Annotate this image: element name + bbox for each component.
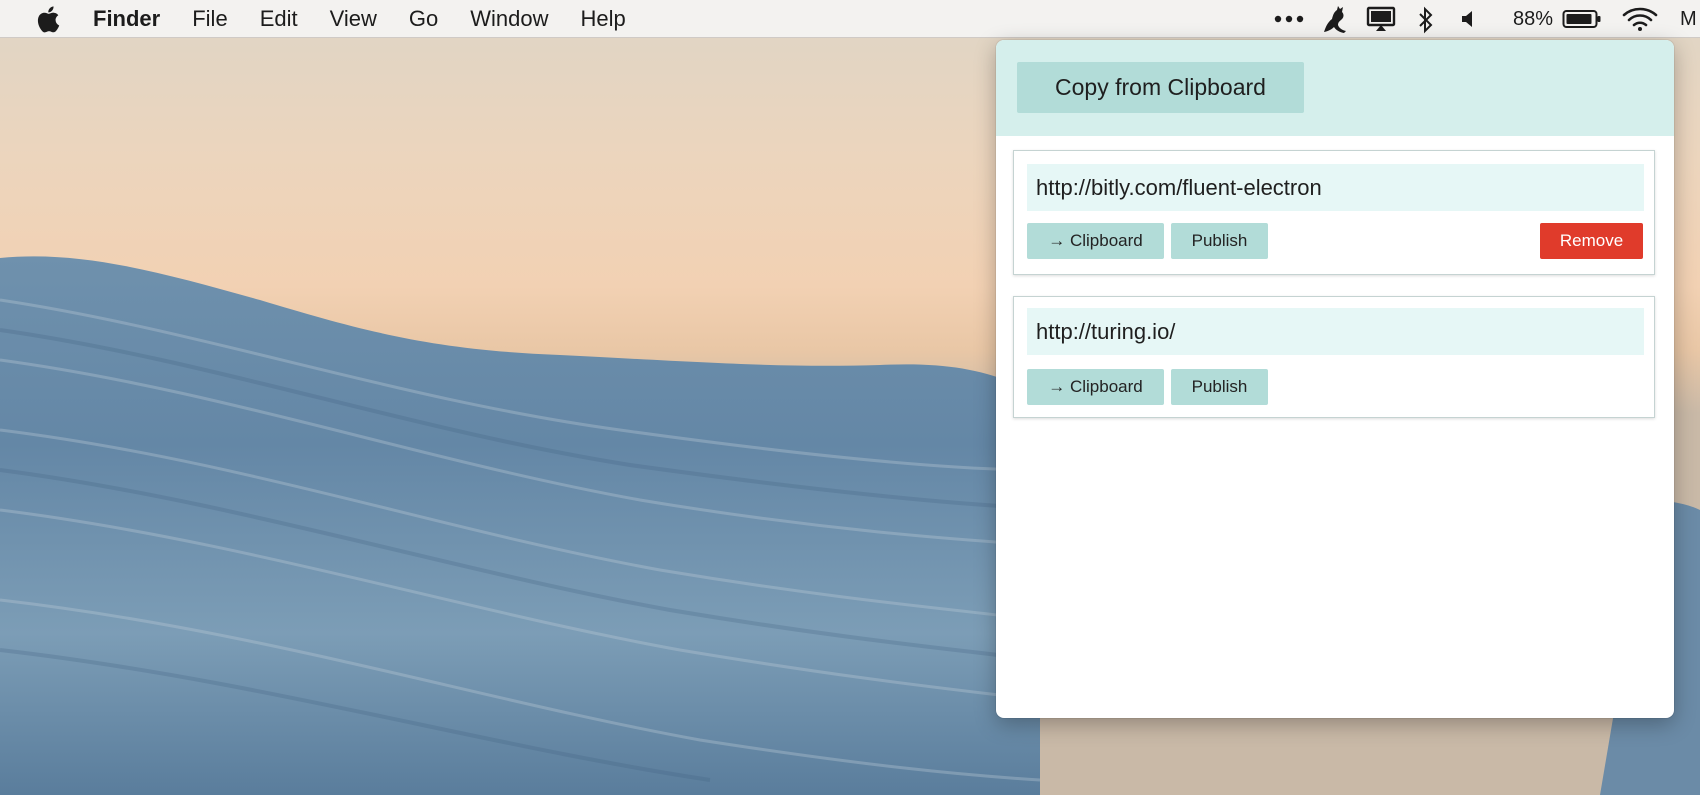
apple-icon[interactable] bbox=[34, 5, 60, 33]
menu-view[interactable]: View bbox=[330, 6, 377, 32]
menu-file[interactable]: File bbox=[192, 6, 227, 32]
bluetooth-icon[interactable] bbox=[1417, 6, 1435, 34]
publish-button[interactable]: Publish bbox=[1171, 223, 1268, 259]
remove-button[interactable]: Remove bbox=[1540, 223, 1643, 259]
cat-icon[interactable] bbox=[1320, 4, 1350, 34]
menu-go[interactable]: Go bbox=[409, 6, 438, 32]
menu-bar: Finder File Edit View Go Window Help 88%… bbox=[0, 0, 1700, 38]
more-dots-icon[interactable] bbox=[1274, 14, 1304, 24]
volume-icon[interactable] bbox=[1460, 10, 1478, 28]
popover-header: Copy from Clipboard bbox=[996, 40, 1674, 136]
battery-percentage[interactable]: 88% bbox=[1513, 8, 1553, 31]
to-clipboard-button[interactable]: → Clipboard bbox=[1027, 223, 1164, 259]
url-field[interactable] bbox=[1027, 164, 1644, 211]
copy-from-clipboard-button[interactable]: Copy from Clipboard bbox=[1017, 62, 1304, 113]
clipboard-popover: Copy from Clipboard → Clipboard Publish … bbox=[996, 40, 1674, 718]
menu-app-finder[interactable]: Finder bbox=[93, 6, 160, 32]
menu-items: Finder File Edit View Go Window Help bbox=[93, 0, 658, 38]
menu-edit[interactable]: Edit bbox=[260, 6, 298, 32]
menu-window[interactable]: Window bbox=[470, 6, 548, 32]
url-field[interactable] bbox=[1027, 308, 1644, 355]
display-icon[interactable] bbox=[1366, 6, 1396, 32]
to-clipboard-button[interactable]: → Clipboard bbox=[1027, 369, 1164, 405]
publish-button[interactable]: Publish bbox=[1171, 369, 1268, 405]
clipped-clock-text[interactable]: M bbox=[1680, 8, 1697, 31]
link-card: → Clipboard Publish bbox=[1013, 296, 1655, 418]
desktop: Finder File Edit View Go Window Help 88%… bbox=[0, 0, 1700, 795]
menu-help[interactable]: Help bbox=[581, 6, 626, 32]
battery-icon[interactable] bbox=[1562, 9, 1602, 29]
wifi-icon[interactable] bbox=[1622, 6, 1658, 32]
link-card: → Clipboard Publish Remove bbox=[1013, 150, 1655, 275]
